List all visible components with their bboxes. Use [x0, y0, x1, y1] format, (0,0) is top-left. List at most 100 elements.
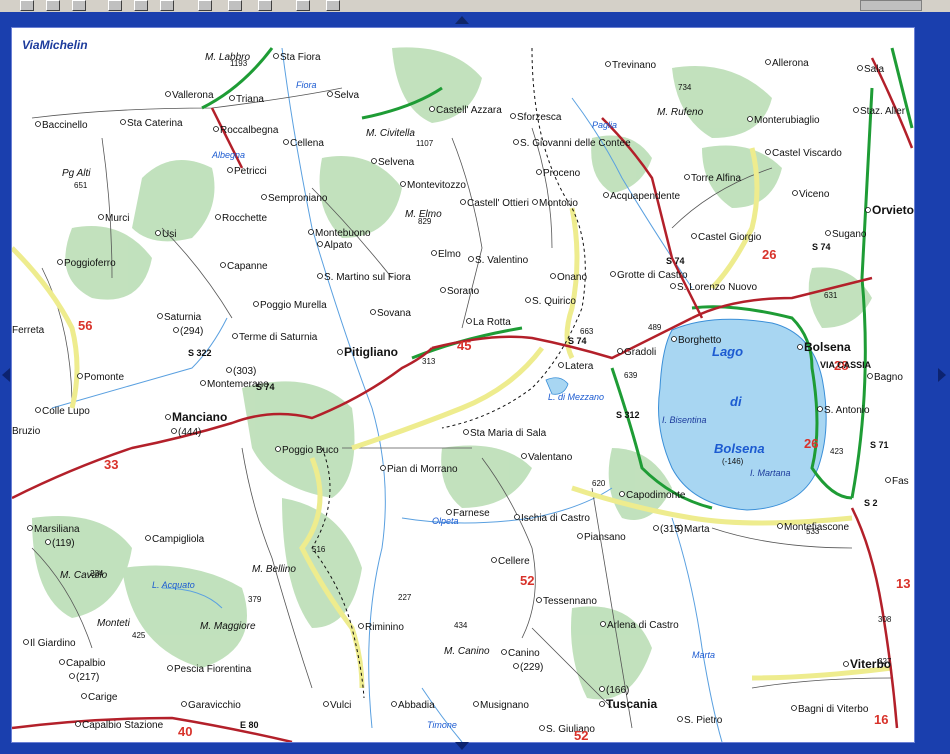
zoom-icon[interactable]: [108, 0, 122, 11]
place-label: (229): [520, 662, 543, 673]
place-label: Poggio Murella: [260, 300, 327, 311]
place-label: Marta: [684, 524, 710, 535]
place-label: Pomonte: [84, 372, 124, 383]
toolbar-button[interactable]: [160, 0, 174, 11]
place-label: M. Maggiore: [200, 621, 256, 632]
place-label: Alpato: [324, 240, 353, 251]
town-marker: [765, 59, 771, 65]
place-label: Tessennano: [543, 596, 597, 607]
town-marker: [273, 53, 279, 59]
pan-south-icon[interactable]: [455, 742, 469, 750]
gear-icon[interactable]: [228, 0, 242, 11]
road-number: 52: [520, 573, 534, 588]
town-marker: [558, 362, 564, 368]
place-label: Torre Alfina: [691, 173, 741, 184]
water-label: Marta: [692, 650, 715, 660]
place-label: Marsiliana: [34, 524, 80, 535]
map-canvas[interactable]: Lago di Bolsena (-146) I. Bisentina I. M…: [12, 28, 914, 742]
place-label: Viceno: [799, 189, 830, 200]
place-label: Arlena di Castro: [607, 620, 679, 631]
pan-north-icon[interactable]: [455, 16, 469, 24]
toolbar-button[interactable]: [258, 0, 272, 11]
place-label: Bruzio: [12, 426, 41, 437]
place-label: Pitigliano: [344, 345, 398, 359]
place-label: Selvena: [378, 157, 415, 168]
town-marker: [536, 597, 542, 603]
town-marker: [371, 158, 377, 164]
viamichelin-logo: ViaMichelin: [18, 32, 108, 58]
town-marker: [797, 344, 803, 350]
elevation-label: 620: [592, 479, 606, 488]
elevation-label: 308: [878, 615, 892, 624]
place-label: Carige: [88, 692, 118, 703]
toolbar-button[interactable]: [72, 0, 86, 11]
town-marker: [460, 199, 466, 205]
place-label: Sala: [864, 64, 884, 75]
town-marker: [155, 230, 161, 236]
town-marker: [317, 273, 323, 279]
road-code: S 74: [256, 382, 275, 392]
elevation-label: 313: [422, 357, 436, 366]
town-marker: [536, 169, 542, 175]
elevation-label: 434: [454, 621, 468, 630]
pan-east-icon[interactable]: [938, 368, 946, 382]
place-label: Canino: [508, 648, 540, 659]
place-label: Colle Lupo: [42, 406, 90, 417]
toolbar-button[interactable]: [296, 0, 310, 11]
person-icon[interactable]: [326, 0, 340, 11]
road-number: 16: [874, 712, 888, 727]
town-marker: [817, 406, 823, 412]
place-label: Musignano: [480, 700, 529, 711]
place-label: (217): [76, 672, 99, 683]
town-marker: [684, 174, 690, 180]
place-label: Gradoli: [624, 347, 656, 358]
pan-west-icon[interactable]: [2, 368, 10, 382]
toolbar-button[interactable]: [20, 0, 34, 11]
lake-label: Bolsena: [714, 441, 765, 456]
place-label: Vallerona: [172, 90, 214, 101]
town-marker: [600, 621, 606, 627]
town-marker: [220, 262, 226, 268]
map-viewport[interactable]: Lago di Bolsena (-146) I. Bisentina I. M…: [11, 27, 915, 743]
road-code: S 74: [812, 242, 831, 252]
town-marker: [605, 61, 611, 67]
place-label: Sempronianο: [268, 193, 328, 204]
town-marker: [400, 181, 406, 187]
place-label: Montebuono: [315, 228, 371, 239]
place-label: Castell' Ottieri: [467, 198, 529, 209]
town-marker: [59, 659, 65, 665]
road-number: 52: [574, 728, 588, 742]
elevation-label: 327: [878, 657, 892, 666]
town-marker: [261, 194, 267, 200]
toolbar-button[interactable]: [198, 0, 212, 11]
town-marker: [513, 139, 519, 145]
town-marker: [69, 673, 75, 679]
place-label: Capodimonte: [626, 490, 686, 501]
town-marker: [57, 259, 63, 265]
town-marker: [577, 533, 583, 539]
town-marker: [446, 509, 452, 515]
place-label: Montorio: [539, 198, 578, 209]
place-label: S. Antonio: [824, 405, 870, 416]
place-label: Il Giardino: [30, 638, 76, 649]
place-label: Poggioferro: [64, 258, 116, 269]
town-marker: [431, 250, 437, 256]
road-number: 26: [762, 247, 776, 262]
water-label: L. di Mezzano: [548, 392, 604, 402]
lake-elevation: (-146): [722, 457, 744, 466]
place-label: Triana: [236, 94, 264, 105]
town-marker: [513, 663, 519, 669]
town-marker: [391, 701, 397, 707]
road-code: S 74: [666, 256, 685, 266]
toolbar-button[interactable]: [134, 0, 148, 11]
town-marker: [610, 271, 616, 277]
town-marker: [747, 116, 753, 122]
place-label: Orvieto: [872, 203, 914, 217]
toolbar-button[interactable]: [46, 0, 60, 11]
place-label: Capalbio Stazione: [82, 720, 164, 731]
town-marker: [463, 429, 469, 435]
town-marker: [35, 407, 41, 413]
place-label: Usi: [162, 229, 176, 240]
place-label: (315): [660, 524, 683, 535]
place-label: Piansano: [584, 532, 626, 543]
